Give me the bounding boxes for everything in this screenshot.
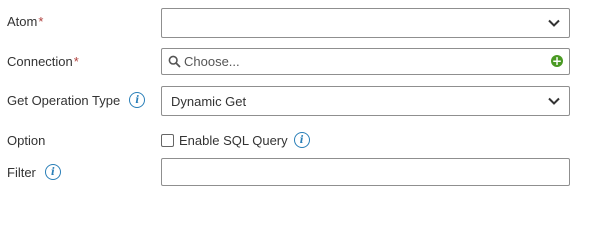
enable-sql-query-row: Enable SQL Query i: [161, 132, 310, 148]
add-icon[interactable]: +: [551, 55, 563, 67]
filter-label-text: Filter: [7, 164, 36, 180]
option-label-text: Option: [7, 133, 46, 148]
filter-label: Filter i: [7, 164, 61, 180]
operation-type-label-text: Get Operation Type: [7, 92, 121, 108]
connection-label-text: Connection: [7, 54, 73, 69]
connection-label: Connection *: [7, 54, 79, 69]
required-marker: *: [38, 14, 44, 29]
required-marker: *: [73, 54, 79, 69]
enable-sql-query-label[interactable]: Enable SQL Query: [179, 133, 288, 148]
info-icon[interactable]: i: [129, 92, 146, 108]
operation-type-value: Dynamic Get: [171, 94, 247, 109]
connection-search-input[interactable]: Choose... +: [161, 48, 570, 75]
atom-select[interactable]: [161, 8, 570, 38]
chevron-down-icon: [548, 97, 560, 105]
filter-input[interactable]: [161, 158, 570, 186]
info-icon[interactable]: i: [293, 132, 310, 148]
atom-label-text: Atom: [7, 14, 38, 29]
info-icon[interactable]: i: [44, 164, 61, 180]
connection-placeholder: Choose...: [184, 54, 240, 69]
search-icon: [168, 55, 181, 68]
enable-sql-query-checkbox[interactable]: [161, 133, 174, 147]
operation-type-label: Get Operation Type i: [7, 92, 146, 108]
option-label: Option: [7, 133, 45, 148]
atom-label: Atom *: [7, 14, 43, 29]
chevron-down-icon: [548, 19, 560, 27]
operation-type-select[interactable]: Dynamic Get: [161, 86, 570, 116]
